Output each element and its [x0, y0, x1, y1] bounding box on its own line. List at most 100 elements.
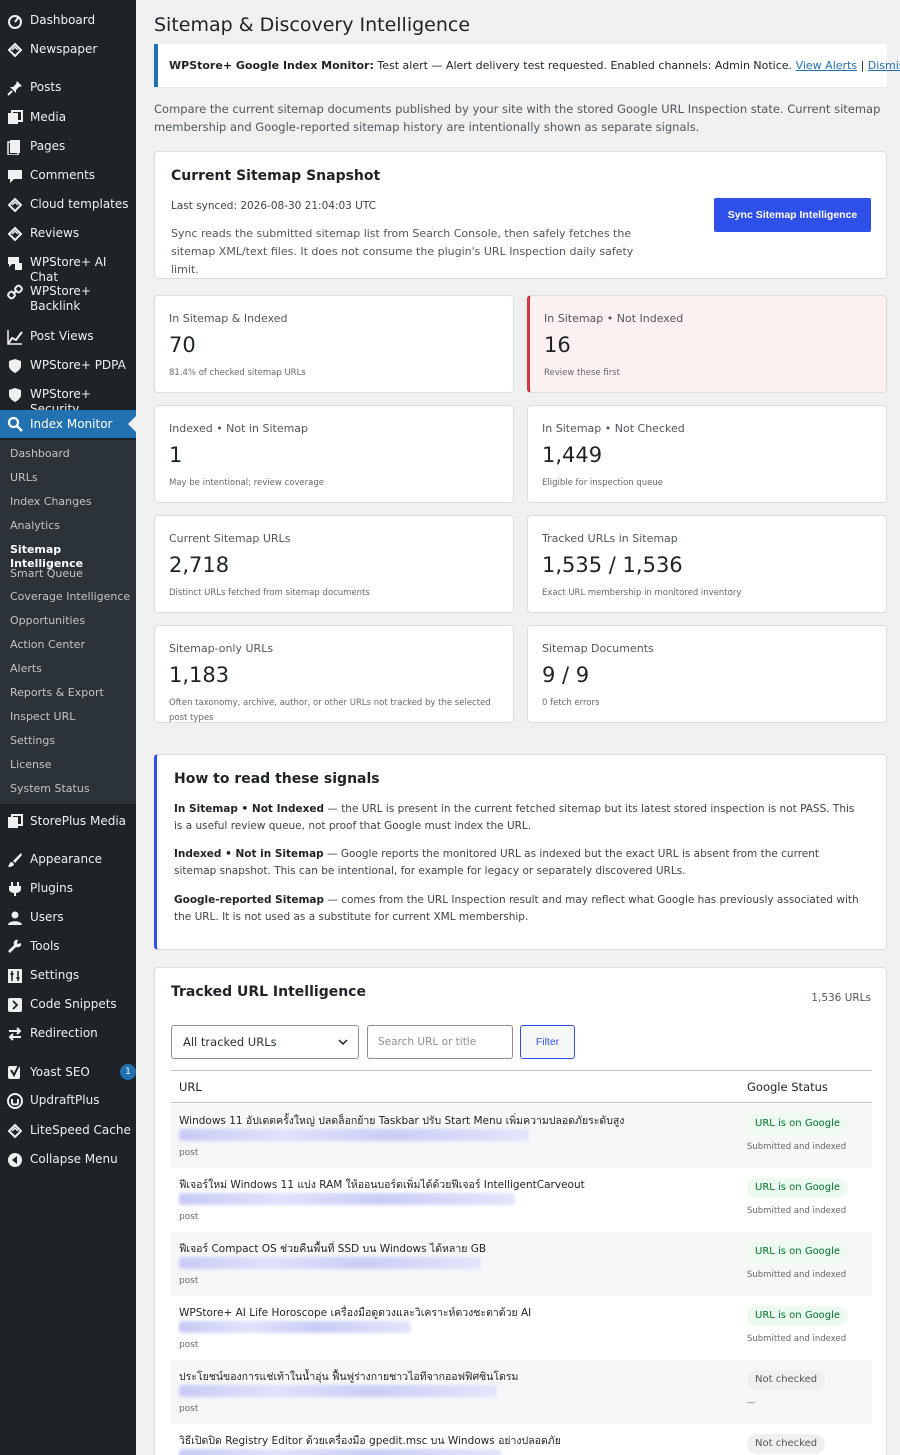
row-title[interactable]: Windows 11 อัปเดตครั้งใหญ่ ปลดล็อกย้าย T… — [179, 1112, 624, 1129]
sidebar-item-label: Settings — [30, 968, 80, 982]
stat-note: Often taxonomy, archive, author, or othe… — [169, 698, 491, 723]
stat-note: Review these first — [544, 368, 620, 378]
submenu-item-system-status[interactable]: System Status — [10, 782, 90, 796]
status-detail: Submitted and indexed — [747, 1334, 847, 1344]
index-monitor-submenu: Dashboard URLs Index Changes Analytics Sitem… — [0, 440, 136, 804]
stat-label: In Sitemap & Indexed — [169, 312, 288, 325]
sidebar-item-label: Reviews — [30, 226, 80, 240]
sidebar-item-comments[interactable]: Comments — [0, 168, 136, 184]
sidebar-item-wpstore-backlink[interactable]: WPStore+ Backlink — [0, 284, 136, 314]
submenu-item-license[interactable]: License — [10, 758, 51, 772]
table-row[interactable]: ฟีเจอร์ใหม่ Windows 11 แบ่ง RAM ให้ออนบอ… — [171, 1168, 872, 1232]
settings-icon — [0, 968, 30, 984]
sidebar-item-label: Dashboard — [30, 13, 96, 27]
status-badge: URL is on Google — [747, 1178, 849, 1198]
table-row[interactable]: วิธีเปิดปิด Registry Editor ด้วยเครื่องม… — [171, 1424, 872, 1455]
row-url-redacted — [179, 1385, 497, 1397]
sidebar-item-wpstore-ai-chat[interactable]: WPStore+ AI Chat — [0, 255, 136, 285]
sidebar-item-index-monitor[interactable]: Index Monitor — [0, 410, 136, 438]
submenu-item-coverage-intelligence[interactable]: Coverage Intelligence — [10, 590, 130, 604]
chart-icon — [0, 329, 30, 345]
table-row[interactable]: ประโยชน์ของการแช่เท้าในน้ำอุ่น ฟื้นฟูร่า… — [171, 1360, 872, 1424]
notice-source: WPStore+ Google Index Monitor: — [169, 59, 374, 72]
column-google-status: Google Status — [747, 1080, 828, 1094]
chat-icon — [0, 255, 30, 271]
sidebar-item-users[interactable]: Users — [0, 910, 136, 926]
stat-label: Sitemap-only URLs — [169, 642, 274, 655]
stat-label: Current Sitemap URLs — [169, 532, 291, 545]
sidebar-item-settings[interactable]: Settings — [0, 968, 136, 984]
status-badge: URL is on Google — [747, 1114, 849, 1134]
sidebar-item-label: Posts — [30, 80, 62, 94]
row-type: post — [179, 1276, 199, 1286]
sidebar-item-label: Plugins — [30, 881, 73, 895]
table-row[interactable]: WPStore+ AI Life Horoscope เครื่องมือดูด… — [171, 1296, 872, 1360]
submenu-item-index-changes[interactable]: Index Changes — [10, 495, 92, 509]
row-type: post — [179, 1148, 199, 1158]
collapse-icon — [0, 1152, 30, 1168]
stat-label: Sitemap Documents — [542, 642, 654, 655]
table-row[interactable]: ฟีเจอร์ Compact OS ช่วยคืนพื้นที่ SSD บน… — [171, 1232, 872, 1296]
sidebar-item-storeplus-media[interactable]: StorePlus Media — [0, 814, 136, 830]
url-filter-select[interactable]: All tracked URLs — [171, 1025, 359, 1059]
submenu-item-alerts[interactable]: Alerts — [10, 662, 42, 676]
submenu-item-smart-queue[interactable]: Smart Queue — [10, 567, 83, 581]
sidebar-item-wpstore-pdpa[interactable]: WPStore+ PDPA — [0, 358, 136, 374]
submenu-item-action-center[interactable]: Action Center — [10, 638, 85, 652]
table-row[interactable]: Windows 11 อัปเดตครั้งใหญ่ ปลดล็อกย้าย T… — [171, 1104, 872, 1168]
status-badge: Not checked — [747, 1370, 826, 1390]
sidebar-item-appearance[interactable]: Appearance — [0, 852, 136, 868]
sidebar-item-posts[interactable]: Posts — [0, 80, 136, 96]
sidebar-item-dashboard[interactable]: Dashboard — [0, 13, 136, 29]
pin-icon — [0, 80, 30, 96]
submenu-item-inspect-url[interactable]: Inspect URL — [10, 710, 75, 724]
submenu-item-reports-export[interactable]: Reports & Export — [10, 686, 104, 700]
sidebar-item-label: Appearance — [30, 852, 103, 866]
status-detail: Submitted and indexed — [747, 1270, 847, 1280]
admin-sidebar: Dashboard Newspaper Posts Media Pages Comment… — [0, 0, 136, 1455]
main-content: Sitemap & Discovery Intelligence WPStore… — [136, 0, 900, 1455]
sidebar-item-reviews[interactable]: Reviews — [0, 226, 136, 242]
sidebar-item-pages[interactable]: Pages — [0, 139, 136, 155]
row-title[interactable]: ฟีเจอร์ Compact OS ช่วยคืนพื้นที่ SSD บน… — [179, 1240, 486, 1257]
sidebar-item-media[interactable]: Media — [0, 110, 136, 126]
row-title[interactable]: WPStore+ AI Life Horoscope เครื่องมือดูด… — [179, 1304, 531, 1321]
dismiss-link[interactable]: Dismiss — [868, 59, 900, 72]
row-title[interactable]: ประโยชน์ของการแช่เท้าในน้ำอุ่น ฟื้นฟูร่า… — [179, 1368, 518, 1385]
status-detail: Submitted and indexed — [747, 1142, 847, 1152]
sidebar-item-redirection[interactable]: Redirection — [0, 1026, 136, 1042]
sidebar-item-cloud-templates[interactable]: Cloud templates — [0, 197, 136, 213]
status-detail: — — [747, 1398, 756, 1408]
sidebar-item-post-views[interactable]: Post Views — [0, 329, 136, 345]
sidebar-item-collapse-menu[interactable]: Collapse Menu — [0, 1152, 136, 1168]
row-title[interactable]: วิธีเปิดปิด Registry Editor ด้วยเครื่องม… — [179, 1432, 561, 1449]
sidebar-item-code-snippets[interactable]: Code Snippets — [0, 997, 136, 1013]
stat-card: Indexed • Not in Sitemap 1 May be intentio… — [154, 405, 514, 503]
snapshot-description: Sync reads the submitted sitemap list fr… — [171, 227, 634, 276]
submenu-item-opportunities[interactable]: Opportunities — [10, 614, 85, 628]
view-alerts-link[interactable]: View Alerts — [796, 59, 858, 72]
filter-button[interactable]: Filter — [520, 1025, 575, 1059]
sidebar-item-label: StorePlus Media — [30, 814, 126, 828]
stat-card: In Sitemap • Not Checked 1,449 Eligible fo… — [527, 405, 887, 503]
sidebar-item-tools[interactable]: Tools — [0, 939, 136, 955]
submenu-item-settings[interactable]: Settings — [10, 734, 55, 748]
sidebar-item-label: LiteSpeed Cache — [30, 1123, 131, 1137]
dashboard-icon — [0, 13, 30, 29]
sidebar-item-yoast-seo[interactable]: Yoast SEO 1 — [0, 1064, 136, 1080]
sitemap-snapshot-card: Current Sitemap Snapshot Last synced: 20… — [154, 151, 887, 279]
sync-sitemap-button[interactable]: Sync Sitemap Intelligence — [714, 198, 871, 232]
howto-title: How to read these signals — [174, 771, 380, 787]
submenu-item-dashboard[interactable]: Dashboard — [10, 447, 70, 461]
row-title[interactable]: ฟีเจอร์ใหม่ Windows 11 แบ่ง RAM ให้ออนบอ… — [179, 1176, 585, 1193]
sidebar-item-plugins[interactable]: Plugins — [0, 881, 136, 897]
wrench-icon — [0, 939, 30, 955]
search-input[interactable]: Search URL or title — [367, 1025, 513, 1059]
sidebar-item-newspaper[interactable]: Newspaper — [0, 42, 136, 58]
submenu-item-urls[interactable]: URLs — [10, 471, 38, 485]
sidebar-item-litespeed-cache[interactable]: LiteSpeed Cache — [0, 1123, 136, 1139]
row-type: post — [179, 1340, 199, 1350]
row-url-redacted — [179, 1321, 411, 1333]
submenu-item-analytics[interactable]: Analytics — [10, 519, 60, 533]
sidebar-item-updraftplus[interactable]: UpdraftPlus — [0, 1093, 136, 1109]
